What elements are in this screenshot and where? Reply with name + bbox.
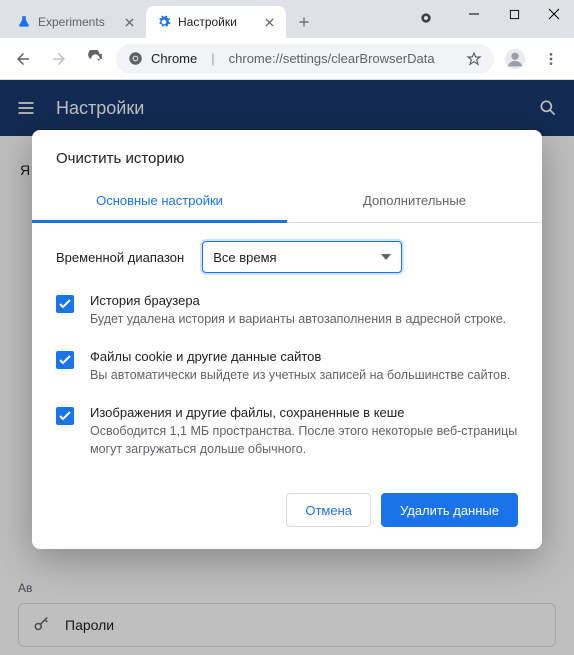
checkbox[interactable] xyxy=(56,351,74,369)
dialog-tabs: Основные настройки Дополнительные xyxy=(32,181,542,223)
close-icon[interactable] xyxy=(262,15,276,29)
omnibox-url: chrome://settings/clearBrowserData xyxy=(229,51,435,66)
check-cache[interactable]: Изображения и другие файлы, сохраненные … xyxy=(32,395,542,470)
chevron-down-icon xyxy=(381,254,391,260)
tab-settings[interactable]: Настройки xyxy=(146,6,286,38)
check-title: Файлы cookie и другие данные сайтов xyxy=(90,349,510,364)
check-cookies[interactable]: Файлы cookie и другие данные сайтов Вы а… xyxy=(32,339,542,395)
check-title: История браузера xyxy=(90,293,506,308)
check-desc: Будет удалена история и варианты автозап… xyxy=(90,310,506,329)
time-range-select[interactable]: Все время xyxy=(202,241,402,273)
dialog-buttons: Отмена Удалить данные xyxy=(32,469,542,531)
window-controls xyxy=(412,0,574,38)
minimize-button[interactable] xyxy=(454,0,494,28)
maximize-button[interactable] xyxy=(494,0,534,28)
check-title: Изображения и другие файлы, сохраненные … xyxy=(90,405,518,420)
clear-data-dialog: Очистить историю Основные настройки Допо… xyxy=(32,130,542,549)
gear-icon xyxy=(156,14,172,30)
flask-icon xyxy=(16,14,32,30)
checkbox[interactable] xyxy=(56,407,74,425)
menu-button[interactable] xyxy=(536,44,566,74)
chrome-icon xyxy=(128,51,143,66)
tab-experiments[interactable]: Experiments xyxy=(6,6,146,38)
window-titlebar: Experiments Настройки xyxy=(0,0,574,38)
time-range-label: Временной диапазон xyxy=(56,250,184,265)
browser-toolbar: Chrome | chrome://settings/clearBrowserD… xyxy=(0,38,574,80)
select-value: Все время xyxy=(213,250,276,265)
reload-button[interactable] xyxy=(80,44,110,74)
bookmark-icon[interactable] xyxy=(466,51,482,67)
cancel-button[interactable]: Отмена xyxy=(286,493,371,527)
close-icon[interactable] xyxy=(122,15,136,29)
forward-button[interactable] xyxy=(44,44,74,74)
check-browsing-history[interactable]: История браузера Будет удалена история и… xyxy=(32,283,542,339)
tab-label: Настройки xyxy=(178,15,256,29)
back-button[interactable] xyxy=(8,44,38,74)
clear-data-button[interactable]: Удалить данные xyxy=(381,493,518,527)
tab-label: Experiments xyxy=(38,15,116,29)
new-tab-button[interactable] xyxy=(290,8,318,36)
close-window-button[interactable] xyxy=(534,0,574,28)
separator: | xyxy=(205,51,220,66)
tab-advanced[interactable]: Дополнительные xyxy=(287,181,542,222)
address-bar[interactable]: Chrome | chrome://settings/clearBrowserD… xyxy=(116,44,494,74)
tab-basic[interactable]: Основные настройки xyxy=(32,181,287,223)
check-desc: Освободится 1,1 МБ пространства. После э… xyxy=(90,422,518,460)
circle-icon[interactable] xyxy=(412,4,440,32)
check-desc: Вы автоматически выйдете из учетных запи… xyxy=(90,366,510,385)
omnibox-label: Chrome xyxy=(151,51,197,66)
browser-tabs: Experiments Настройки xyxy=(0,0,412,38)
profile-button[interactable] xyxy=(500,44,530,74)
dialog-title: Очистить историю xyxy=(32,130,542,181)
time-range-row: Временной диапазон Все время xyxy=(32,223,542,283)
checkbox[interactable] xyxy=(56,295,74,313)
